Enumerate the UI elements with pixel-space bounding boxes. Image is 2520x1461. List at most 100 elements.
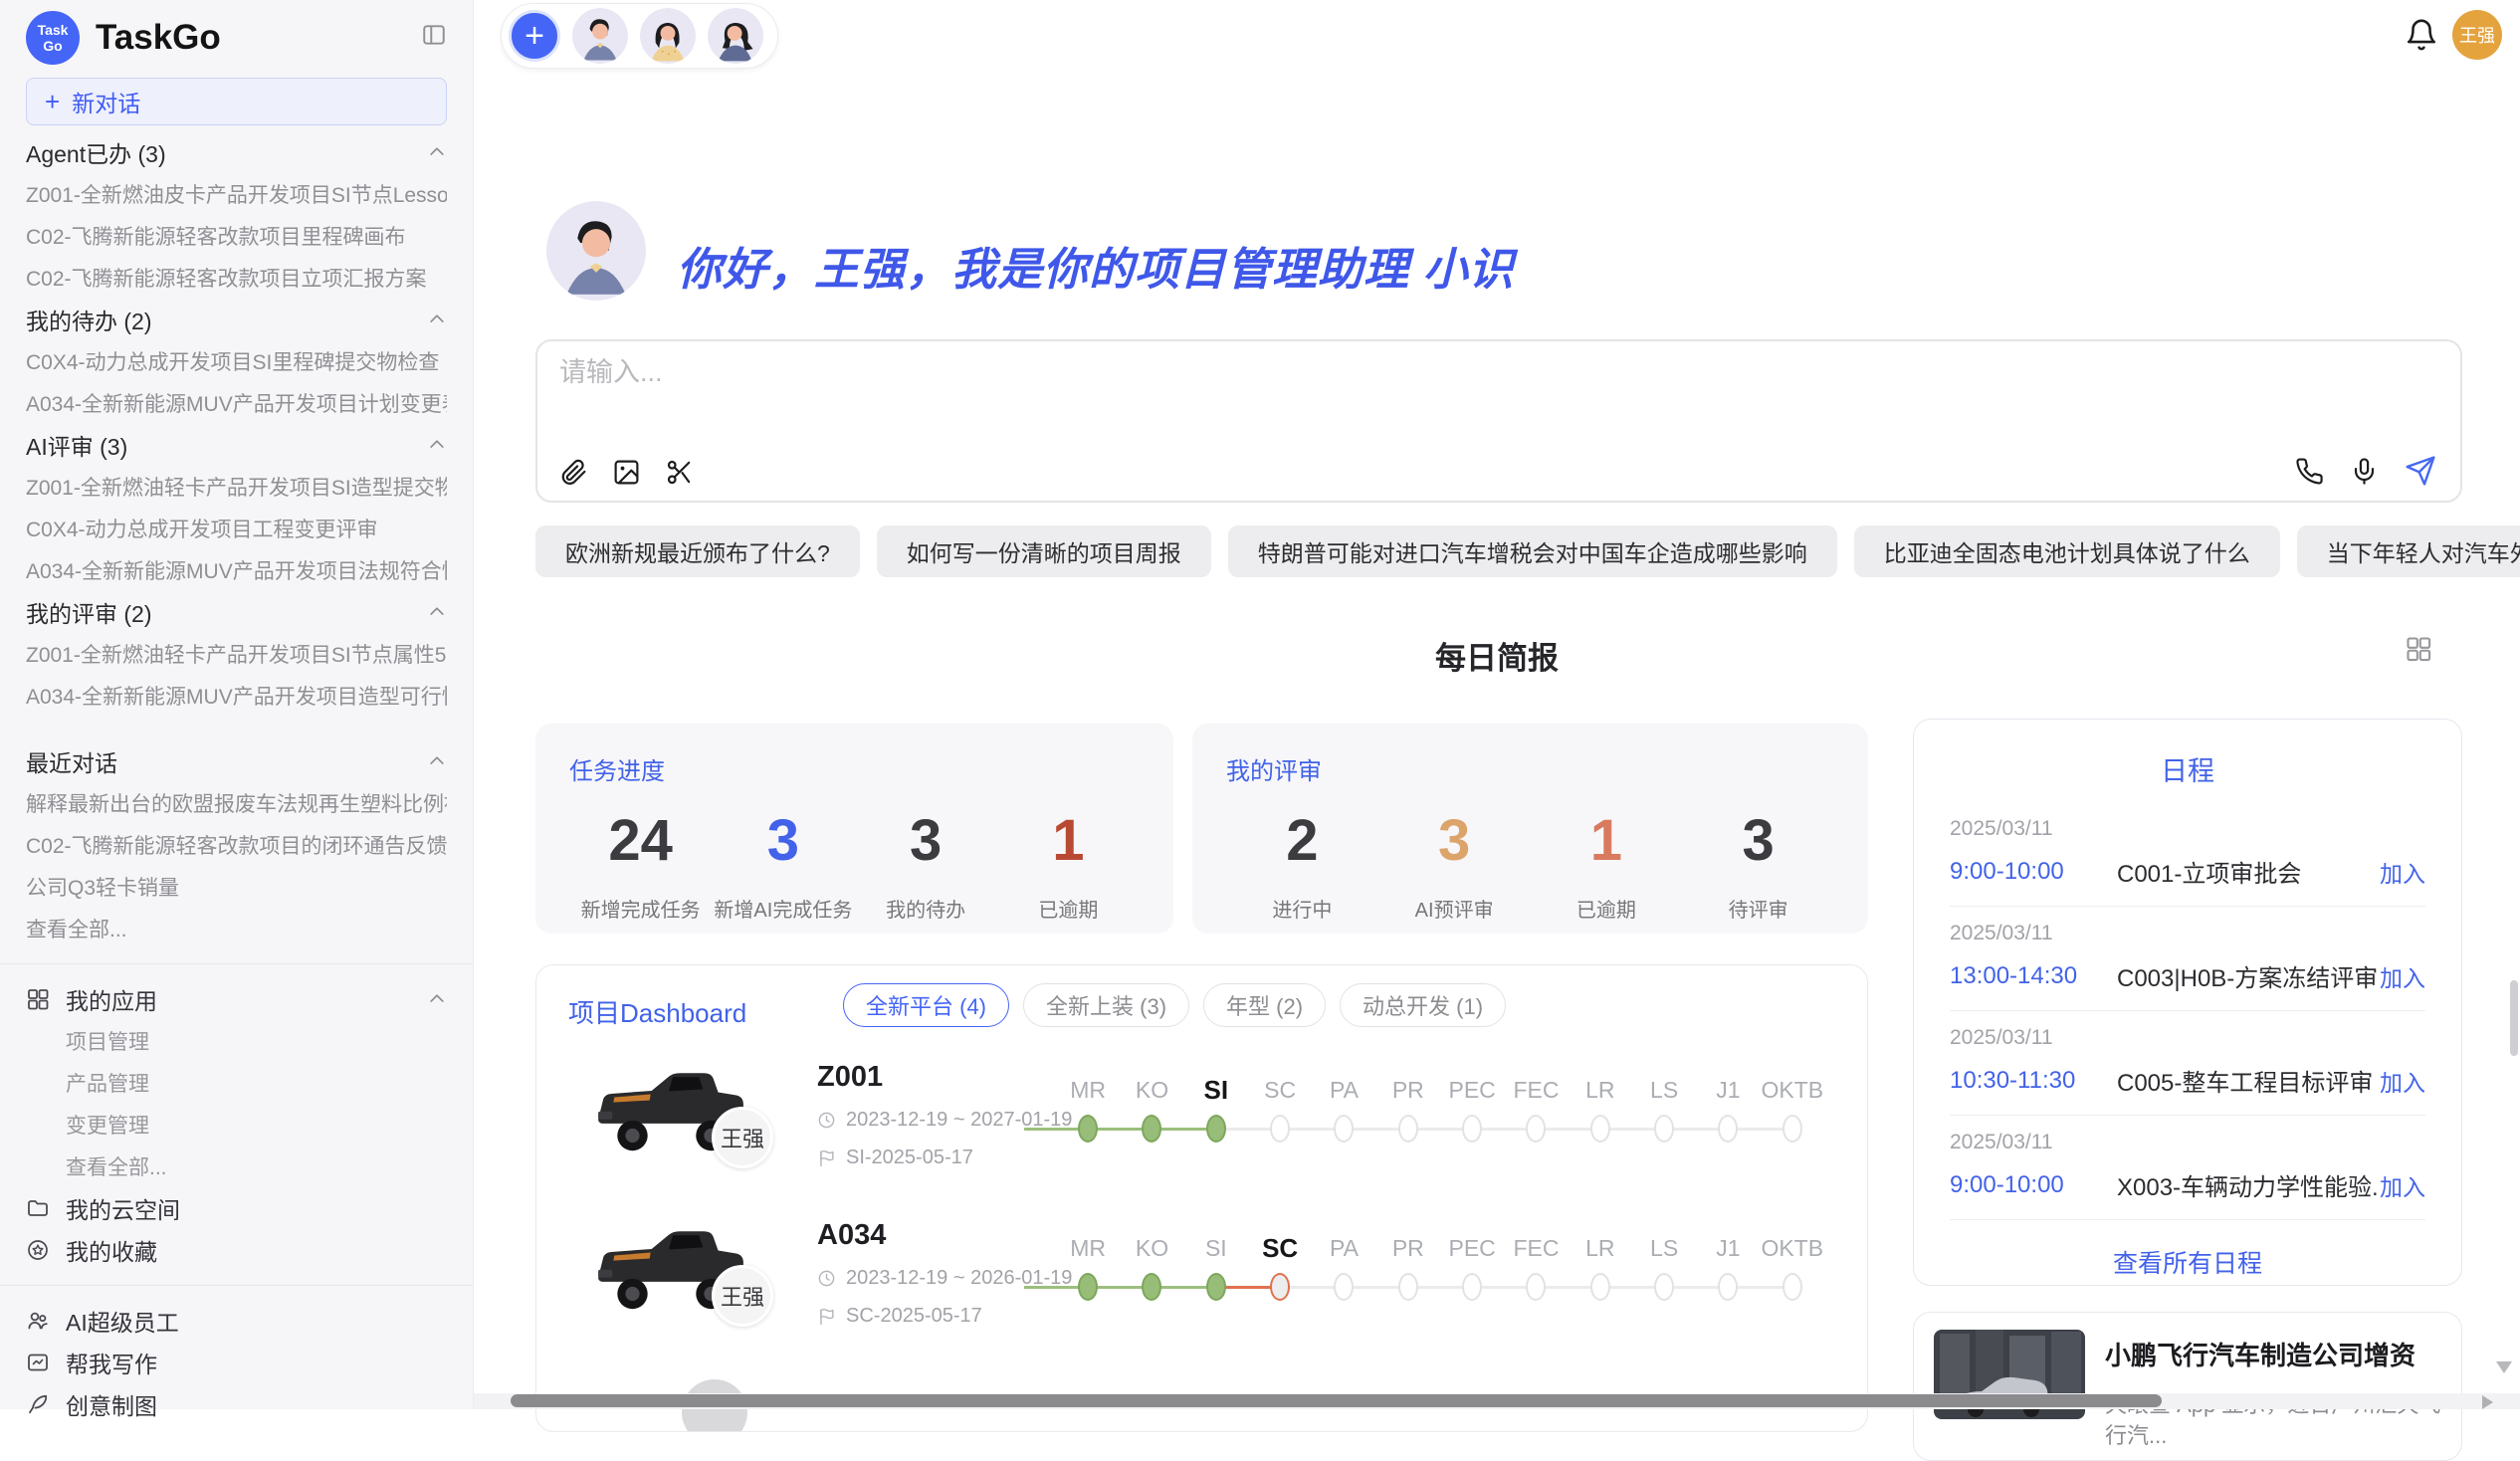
scroll-right-arrow[interactable] [2482, 1395, 2493, 1409]
sidebar-app-item[interactable]: 产品管理 [26, 1068, 447, 1098]
join-link[interactable]: 加入 [2380, 855, 2425, 889]
milestone-label: J1 [1696, 1075, 1760, 1109]
dashboard-tab[interactable]: 全新平台 (4) [843, 983, 1009, 1027]
sidebar-app-item[interactable]: 查看全部... [26, 1151, 447, 1181]
sidebar-app-item[interactable]: 项目管理 [26, 1026, 447, 1056]
sidebar-item-creative-drawing[interactable]: 创意制图 [26, 1383, 447, 1425]
milestone-dot [1334, 1115, 1354, 1143]
suggestion-chip[interactable]: 特朗普可能对进口汽车增税会对中国车企造成哪些影响 [1228, 525, 1837, 577]
agent-avatar-2[interactable] [640, 8, 696, 64]
sidebar-conversation-item[interactable]: Z001-全新燃油皮卡产品开发项目SI节点Lesson Learn报告 [26, 179, 447, 209]
screenshot-scissors-icon[interactable] [665, 458, 694, 487]
sidebar-conversation-item[interactable]: C0X4-动力总成开发项目工程变更评审 [26, 514, 447, 543]
schedule-event-title: X003-车辆动力学性能验... [2117, 1167, 2380, 1202]
cloud-space-label: 我的云空间 [66, 1191, 180, 1225]
milestone-dot [1398, 1115, 1418, 1143]
suggestion-chip[interactable]: 欧洲新规最近颁布了什么? [535, 525, 860, 577]
chevron-up-icon[interactable] [427, 989, 447, 1009]
sidebar-conversation-item[interactable]: C02-飞腾新能源轻客改款项目立项汇报方案 [26, 263, 447, 293]
section-ai-review[interactable]: AI评审 (3) [26, 424, 447, 466]
sidebar-app-item[interactable]: 变更管理 [26, 1110, 447, 1140]
milestone-label: PR [1376, 1075, 1440, 1109]
horizontal-scrollbar-thumb[interactable] [511, 1394, 2162, 1407]
assistant-avatar [546, 201, 646, 301]
milestone-label: PEC [1440, 1075, 1504, 1109]
section-my-review[interactable]: 我的评审 (2) [26, 591, 447, 633]
sidebar-conversation-item[interactable]: A034-全新新能源MUV产品开发项目计划变更表编写 [26, 388, 447, 418]
send-icon[interactable] [2405, 455, 2436, 487]
view-all-schedule-link[interactable]: 查看所有日程 [1950, 1244, 2425, 1280]
project-row[interactable]: 王强 A034 2023-12-19 ~ 2026-01-19 SC-2025-… [536, 1213, 1867, 1382]
voice-call-icon[interactable] [2295, 457, 2324, 486]
sidebar-conversation-item[interactable]: C02-飞腾新能源轻客改款项目里程碑画布 [26, 221, 447, 251]
insert-image-icon[interactable] [612, 458, 641, 487]
sidebar-conversation-item[interactable]: 公司Q3轻卡销量 [26, 872, 447, 902]
sidebar-conversation-item[interactable]: Z001-全新燃油轻卡产品开发项目SI节点属性5D文件评审 [26, 639, 447, 669]
chevron-up-icon[interactable] [427, 751, 447, 771]
attachment-icon[interactable] [559, 458, 588, 487]
stat-value: 3 [712, 812, 854, 870]
milestone: OKTB [1761, 1075, 1824, 1152]
briefing-layout-icon[interactable] [2405, 635, 2432, 663]
chat-input[interactable] [559, 357, 2052, 388]
project-row[interactable]: 王强 Z001 2023-12-19 ~ 2027-01-19 SI-2025-… [536, 1055, 1867, 1224]
sidebar-item-my-apps[interactable]: 我的应用 [26, 978, 447, 1020]
my-review-title: 我的评审 [1226, 751, 1834, 786]
sidebar-item-cloud-space[interactable]: 我的云空间 [26, 1187, 447, 1229]
clock-icon [817, 1111, 836, 1130]
sidebar-item-ai-super-staff[interactable]: AI超级员工 [26, 1300, 447, 1342]
dashboard-tab[interactable]: 动总开发 (1) [1340, 983, 1506, 1027]
dashboard-tab[interactable]: 年型 (2) [1203, 983, 1326, 1027]
agent-avatar-1[interactable] [572, 8, 628, 64]
ai-super-staff-label: AI超级员工 [66, 1304, 179, 1338]
agent-avatar-3[interactable] [708, 8, 763, 64]
star-badge-icon [26, 1238, 50, 1262]
sidebar-item-help-me-write[interactable]: 帮我写作 [26, 1342, 447, 1383]
user-avatar[interactable]: 王强 [2452, 10, 2502, 60]
sidebar-item-favorites[interactable]: 我的收藏 [26, 1229, 447, 1271]
milestone-dot [1526, 1115, 1546, 1143]
milestone-dot [1334, 1273, 1354, 1301]
suggestion-chip[interactable]: 如何写一份清晰的项目周报 [877, 525, 1211, 577]
join-link[interactable]: 加入 [2380, 1064, 2425, 1098]
chevron-up-icon[interactable] [427, 142, 447, 162]
dashboard-tab[interactable]: 全新上装 (3) [1023, 983, 1189, 1027]
milestone-label: LS [1632, 1075, 1696, 1109]
new-chat-button[interactable]: + 新对话 [26, 78, 447, 125]
sidebar-conversation-item[interactable]: 查看全部... [26, 914, 447, 943]
collapse-sidebar-icon[interactable] [421, 22, 447, 48]
join-link[interactable]: 加入 [2380, 1168, 2425, 1202]
chevron-up-icon[interactable] [427, 435, 447, 455]
chevron-up-icon[interactable] [427, 310, 447, 329]
milestone: PR [1376, 1075, 1440, 1152]
add-agent-button[interactable]: + [509, 10, 560, 62]
section-agent-done[interactable]: Agent已办 (3) [26, 131, 447, 173]
stat-value: 2 [1226, 812, 1378, 870]
milestone-label: MR [1056, 1075, 1120, 1109]
chevron-up-icon[interactable] [427, 602, 447, 622]
stat: 2 进行中 [1226, 812, 1378, 923]
microphone-icon[interactable] [2350, 457, 2379, 486]
project-next-milestone: SC-2025-05-17 [846, 1305, 982, 1328]
news-card[interactable]: 小鹏飞行汽车制造公司增资 天眼查 App 显示，近日广州汇天飞行汽... [1913, 1312, 2462, 1461]
scroll-down-arrow[interactable] [2496, 1361, 2512, 1373]
sidebar-conversation-item[interactable]: 解释最新出台的欧盟报废车法规再生塑料比例被调至15%... [26, 788, 447, 818]
sidebar-conversation-item[interactable]: C02-飞腾新能源轻客改款项目的闭环通告反馈情况 [26, 830, 447, 860]
help-me-write-label: 帮我写作 [66, 1346, 157, 1379]
notification-bell-icon[interactable] [2405, 18, 2438, 52]
suggestion-chip[interactable]: 比亚迪全固态电池计划具体说了什么 [1854, 525, 2280, 577]
section-my-todo[interactable]: 我的待办 (2) [26, 299, 447, 340]
sidebar-conversation-item[interactable]: A034-全新新能源MUV产品开发项目法规符合性评审 [26, 555, 447, 585]
milestone-dot [1783, 1273, 1802, 1301]
milestone-dot [1654, 1273, 1674, 1301]
join-link[interactable]: 加入 [2380, 959, 2425, 993]
section-title: 我的评审 (2) [26, 595, 152, 629]
sidebar-conversation-item[interactable]: C0X4-动力总成开发项目SI里程碑提交物检查 [26, 346, 447, 376]
sidebar-conversation-item[interactable]: Z001-全新燃油轻卡产品开发项目SI造型提交物评审 [26, 472, 447, 502]
vertical-scrollbar-thumb[interactable] [2510, 980, 2518, 1056]
suggestion-chip[interactable]: 当下年轻人对汽车外观有怎样的喜好趋势 [2297, 525, 2520, 577]
section-recent-chats[interactable]: 最近对话 [26, 740, 447, 782]
flag-icon [817, 1307, 836, 1326]
sidebar-conversation-item[interactable]: A034-全新新能源MUV产品开发项目造型可行性评审 [26, 681, 447, 711]
schedule-entry: 2025/03/11 9:00-10:00 X003-车辆动力学性能验... 加… [1950, 1116, 2425, 1220]
